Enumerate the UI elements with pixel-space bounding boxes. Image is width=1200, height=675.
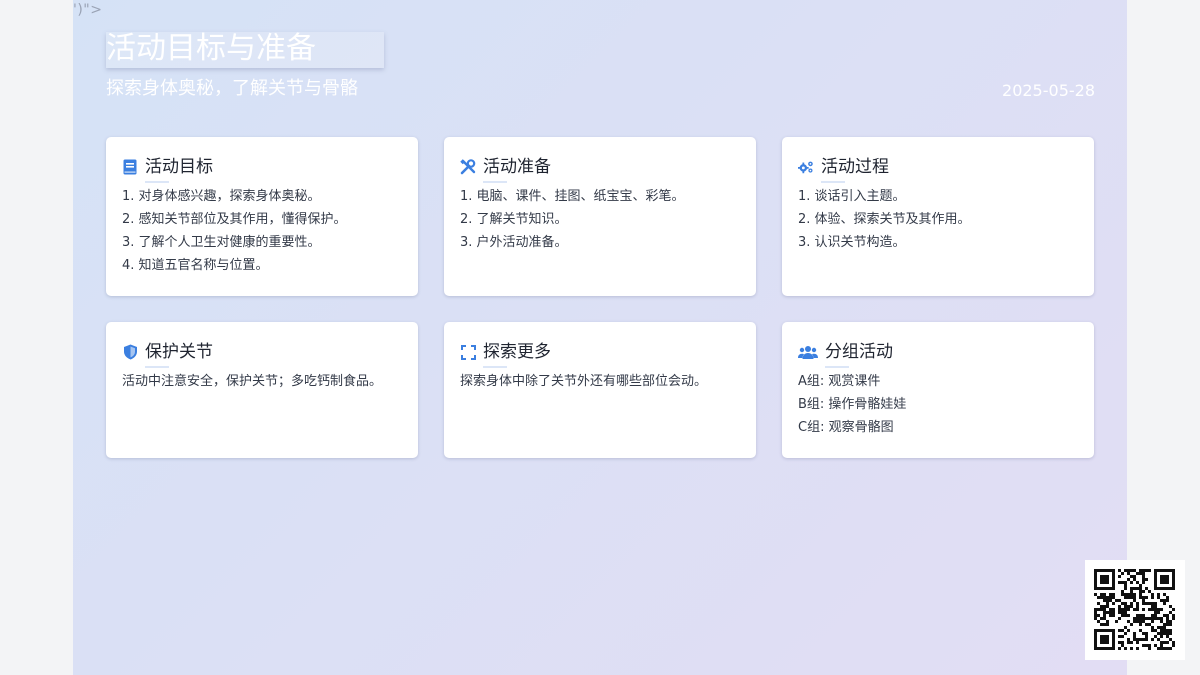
list-item: 3. 了解个人卫生对健康的重要性。 <box>122 235 321 250</box>
card-activity-goals: 活动目标 1. 对身体感兴趣，探索身体奥秘。 2. 感知关节部位及其作用，懂得保… <box>106 137 418 296</box>
list-item: 4. 知道五官名称与位置。 <box>122 258 269 273</box>
book-icon <box>122 159 138 175</box>
card-header: 活动目标 <box>122 155 402 183</box>
expand-icon <box>460 344 476 360</box>
list-item: 活动中注意安全，保护关节；多吃钙制食品。 <box>122 374 383 389</box>
card-header: 探索更多 <box>460 340 740 368</box>
stray-markup-text: ')"> <box>73 2 103 18</box>
list-item: C组: 观察骨骼图 <box>798 420 894 435</box>
list-item: 1. 对身体感兴趣，探索身体奥秘。 <box>122 189 321 204</box>
card-title: 活动目标 <box>145 157 213 183</box>
list-item: 2. 了解关节知识。 <box>460 212 568 227</box>
card-group-activity: 分组活动 A组: 观赏课件 B组: 操作骨骼娃娃 C组: 观察骨骼图 <box>782 322 1094 458</box>
list-item: A组: 观赏课件 <box>798 374 881 389</box>
users-icon <box>798 344 818 360</box>
gears-icon <box>798 159 814 175</box>
card-list: 1. 对身体感兴趣，探索身体奥秘。 2. 感知关节部位及其作用，懂得保护。 3.… <box>122 185 402 277</box>
card-activity-prep: 活动准备 1. 电脑、课件、挂图、纸宝宝、彩笔。 2. 了解关节知识。 3. 户… <box>444 137 756 296</box>
list-item: 3. 认识关节构造。 <box>798 235 906 250</box>
tools-icon <box>460 159 476 175</box>
card-explore-more: 探索更多 探索身体中除了关节外还有哪些部位会动。 <box>444 322 756 458</box>
card-list: 1. 电脑、课件、挂图、纸宝宝、彩笔。 2. 了解关节知识。 3. 户外活动准备… <box>460 185 740 254</box>
card-header: 活动过程 <box>798 155 1078 183</box>
shield-icon <box>122 344 138 360</box>
card-list: 1. 谈话引入主题。 2. 体验、探索关节及其作用。 3. 认识关节构造。 <box>798 185 1078 254</box>
list-item: 1. 电脑、课件、挂图、纸宝宝、彩笔。 <box>460 189 685 204</box>
slide: ')"> 活动目标与准备 探索身体奥秘，了解关节与骨骼 2025-05-28 活… <box>73 0 1127 675</box>
list-item: 2. 体验、探索关节及其作用。 <box>798 212 971 227</box>
card-title: 活动准备 <box>483 157 551 183</box>
card-header: 分组活动 <box>798 340 1078 368</box>
card-title: 分组活动 <box>825 342 893 368</box>
card-title: 活动过程 <box>821 157 889 183</box>
qr-code-image <box>1094 569 1175 650</box>
list-item: 1. 谈话引入主题。 <box>798 189 906 204</box>
card-list: 活动中注意安全，保护关节；多吃钙制食品。 <box>122 370 402 393</box>
card-list: A组: 观赏课件 B组: 操作骨骼娃娃 C组: 观察骨骼图 <box>798 370 1078 439</box>
list-item: 2. 感知关节部位及其作用，懂得保护。 <box>122 212 347 227</box>
list-item: B组: 操作骨骼娃娃 <box>798 397 907 412</box>
card-list: 探索身体中除了关节外还有哪些部位会动。 <box>460 370 740 393</box>
card-header: 保护关节 <box>122 340 402 368</box>
list-item: 3. 户外活动准备。 <box>460 235 568 250</box>
qr-code[interactable] <box>1085 560 1185 660</box>
card-activity-process: 活动过程 1. 谈话引入主题。 2. 体验、探索关节及其作用。 3. 认识关节构… <box>782 137 1094 296</box>
card-header: 活动准备 <box>460 155 740 183</box>
page-subtitle: 探索身体奥秘，了解关节与骨骼 <box>106 78 358 99</box>
list-item: 探索身体中除了关节外还有哪些部位会动。 <box>460 374 708 389</box>
date-label: 2025-05-28 <box>1002 81 1095 100</box>
card-title: 保护关节 <box>145 342 213 368</box>
card-protect-joints: 保护关节 活动中注意安全，保护关节；多吃钙制食品。 <box>106 322 418 458</box>
page-title: 活动目标与准备 <box>106 31 316 66</box>
card-title: 探索更多 <box>483 342 551 368</box>
